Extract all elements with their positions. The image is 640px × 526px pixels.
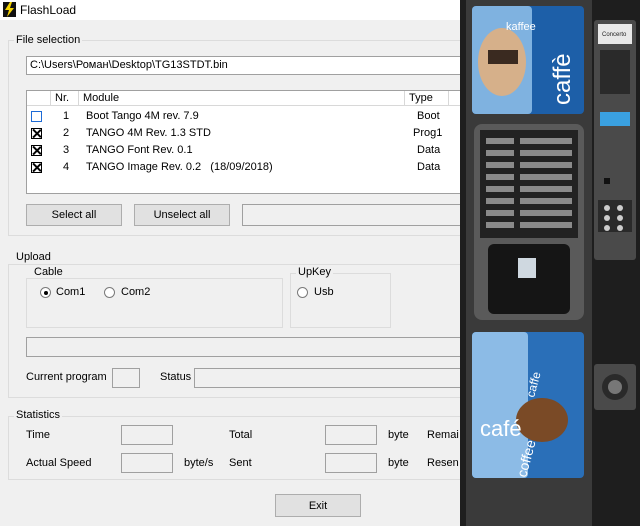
file-path-field[interactable]: C:\Users\Роман\Desktop\TG13STDT.bin [26, 56, 466, 75]
vending-machine-image: kaffee caffè café caffe coffee Concerto [460, 0, 640, 526]
file-path-value: C:\Users\Роман\Desktop\TG13STDT.bin [30, 59, 228, 71]
exit-button[interactable]: Exit [275, 494, 361, 517]
list-item[interactable]: 1 Boot Tango 4M rev. 7.9 Boot [27, 108, 459, 125]
top-panel-text-1: kaffee [506, 21, 536, 33]
current-program-label: Current program [26, 371, 107, 383]
com1-label[interactable]: Com1 [56, 286, 85, 298]
total-field [325, 425, 377, 445]
com2-radio[interactable] [104, 287, 115, 298]
list-item[interactable]: 2 TANGO 4M Rev. 1.3 STD Prog1 [27, 125, 459, 142]
actual-speed-field [121, 453, 173, 473]
upload-label: Upload [14, 251, 53, 263]
cable-label: Cable [32, 266, 65, 278]
upkey-group [290, 273, 391, 328]
window-title: FlashLoad [20, 3, 77, 17]
current-program-field [112, 368, 140, 388]
file-progress-bar [242, 204, 466, 226]
unselect-all-button[interactable]: Unselect all [134, 204, 230, 226]
column-header-type[interactable]: Type [405, 91, 449, 106]
file-selection-label: File selection [14, 34, 83, 46]
module-name: Boot Tango 4M rev. 7.9 [86, 110, 199, 122]
machine-display-brand: Concerto [602, 32, 627, 38]
module-type: Data [417, 161, 441, 173]
module-name: TANGO Image Rev. 0.2 (18/09/2018) [86, 161, 273, 173]
bottom-panel-text-1: café [480, 416, 522, 441]
module-type: Boot [417, 110, 440, 122]
total-label: Total [229, 429, 253, 441]
sent-field [325, 453, 377, 473]
sent-unit: byte [388, 457, 409, 469]
top-panel-text-2: caffè [549, 53, 576, 105]
list-item[interactable]: 3 TANGO Font Rev. 0.1 Data [27, 142, 459, 159]
com2-label[interactable]: Com2 [121, 286, 150, 298]
module-checkbox[interactable] [31, 128, 42, 139]
statistics-group [8, 416, 468, 480]
module-type: Prog1 [413, 127, 443, 139]
module-nr: 2 [63, 127, 70, 139]
statistics-label: Statistics [14, 409, 63, 421]
resent-label: Resen [427, 457, 459, 469]
sent-label: Sent [229, 457, 252, 469]
module-name: TANGO 4M Rev. 1.3 STD [86, 127, 211, 139]
module-list[interactable]: Nr. Module Type 1 Boot Tango 4M rev. 7.9… [26, 90, 466, 194]
total-unit: byte [388, 429, 409, 441]
upload-progress-bar [26, 337, 466, 357]
remaining-label: Remai [427, 429, 459, 441]
vending-machine-graphic: kaffee caffè café caffe coffee Concerto [460, 0, 640, 526]
speed-unit: byte/s [184, 457, 214, 469]
list-header: Nr. Module Type [27, 91, 465, 106]
actual-speed-label: Actual Speed [26, 457, 92, 469]
status-field [194, 368, 466, 388]
select-all-button[interactable]: Select all [26, 204, 122, 226]
module-nr: 3 [63, 144, 70, 156]
module-nr: 4 [63, 161, 70, 173]
module-type: Data [417, 144, 441, 156]
column-header-nr[interactable]: Nr. [51, 91, 79, 106]
module-name: TANGO Font Rev. 0.1 [86, 144, 193, 156]
status-label: Status [160, 371, 192, 383]
module-nr: 1 [63, 110, 70, 122]
flashload-app-icon [3, 2, 16, 17]
time-label: Time [26, 429, 51, 441]
usb-label[interactable]: Usb [314, 286, 334, 298]
column-header-check[interactable] [27, 91, 51, 106]
module-checkbox[interactable] [31, 111, 42, 122]
com1-radio[interactable] [40, 287, 51, 298]
time-field [121, 425, 173, 445]
module-checkbox[interactable] [31, 162, 42, 173]
usb-radio[interactable] [297, 287, 308, 298]
upkey-label: UpKey [296, 266, 334, 278]
list-item[interactable]: 4 TANGO Image Rev. 0.2 (18/09/2018) Data [27, 159, 459, 176]
module-checkbox[interactable] [31, 145, 42, 156]
column-header-module[interactable]: Module [79, 91, 405, 106]
